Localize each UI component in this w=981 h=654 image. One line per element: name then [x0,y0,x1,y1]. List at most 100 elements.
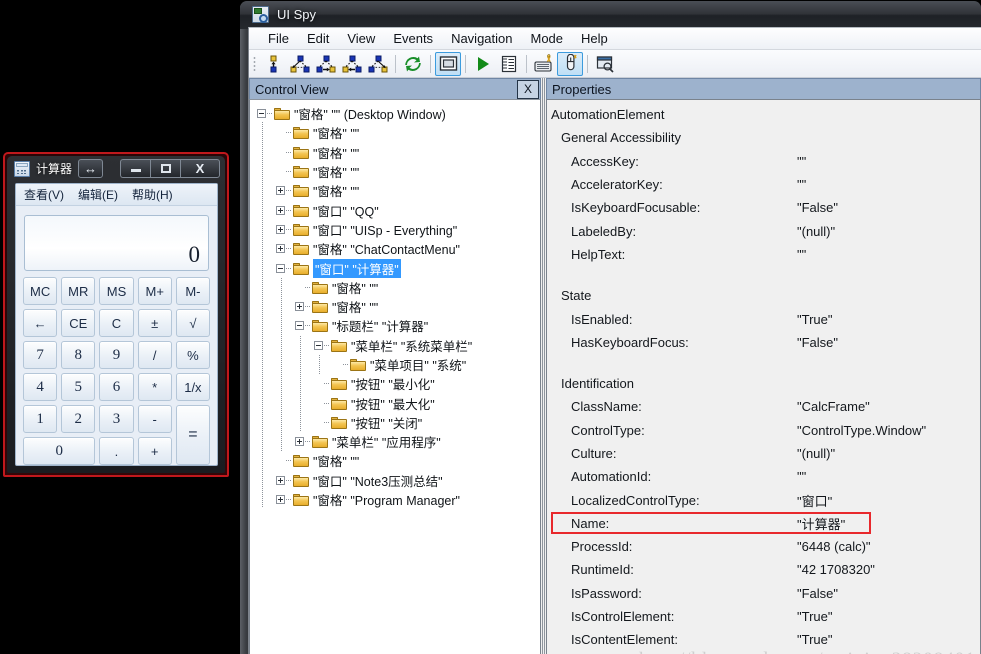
property-row[interactable]: LabeledBy: "(null)" [547,219,980,242]
expand-icon[interactable] [276,244,285,254]
tree-node[interactable]: "窗口" "Note3压测总结" [250,471,540,490]
property-row[interactable]: IsKeyboardFocusable: "False" [547,196,980,219]
properties-list-icon[interactable] [496,52,522,76]
property-row[interactable]: AcceleratorKey: "" [547,173,980,196]
expand-icon[interactable] [276,205,285,215]
calculator-key[interactable]: + [137,437,172,465]
tree-node[interactable]: "按钮" "最大化" [250,393,540,412]
property-row[interactable]: IsPassword: "False" [547,582,980,605]
calculator-key[interactable]: 4 [23,373,58,401]
calculator-key[interactable]: = [175,405,210,465]
property-row[interactable]: Culture: "(null)" [547,442,980,465]
calculator-key[interactable]: 3 [99,405,134,433]
navigate-last-child-icon[interactable] [339,52,365,76]
menu-events[interactable]: Events [384,29,442,48]
property-row[interactable]: ClassName: "CalcFrame" [547,395,980,418]
property-row[interactable]: HelpText: "" [547,243,980,266]
property-row[interactable]: LocalizedControlType: "窗口" [547,488,980,511]
menu-file[interactable]: File [259,29,298,48]
expand-icon[interactable] [295,302,304,312]
property-row[interactable]: IsControlElement: "True" [547,605,980,628]
navigate-previous-sibling-icon[interactable] [287,52,313,76]
property-row[interactable]: AccessKey: "" [547,150,980,173]
tree-node[interactable]: "按钮" "最小化" [250,374,540,393]
calculator-key[interactable]: * [137,373,172,401]
calculator-key[interactable]: . [99,437,134,465]
tree-node[interactable]: "窗格" "" [250,278,540,297]
calculator-key[interactable]: M- [175,277,210,305]
mouse-hover-tracking-icon[interactable] [557,51,583,76]
expand-icon[interactable] [295,437,304,447]
calculator-key[interactable]: MC [23,277,58,305]
properties-list[interactable]: AutomationElement General Accessibility Ac… [546,99,981,654]
calculator-key[interactable]: - [137,405,172,433]
property-row[interactable]: RuntimeId: "42 1708320" [547,558,980,581]
expand-icon[interactable] [276,186,285,196]
property-row[interactable]: AutomationElement [547,103,980,126]
calculator-menu-1[interactable]: 编辑(E) [78,186,118,203]
property-row[interactable]: AutomationId: "" [547,465,980,488]
calculator-key[interactable]: 1/x [175,373,210,401]
calculator-key[interactable]: 9 [99,341,134,369]
calculator-maximize-button[interactable] [150,159,180,178]
collapse-icon[interactable] [276,263,285,273]
refresh-icon[interactable] [400,52,426,76]
calculator-resize-button[interactable]: ↔ [78,159,104,178]
tree-node[interactable]: "标题栏" "计算器" [250,316,540,335]
calculator-key[interactable]: 1 [23,405,58,433]
uispy-titlebar[interactable]: UI Spy [240,1,981,27]
property-row[interactable]: ProcessId: "6448 (calc)" [547,535,980,558]
calculator-key[interactable]: / [137,341,172,369]
highlight-rectangle-icon[interactable] [435,51,461,76]
menu-edit[interactable]: Edit [298,29,338,48]
calculator-key[interactable]: 6 [99,373,134,401]
expand-icon[interactable] [276,495,285,505]
navigate-next-sibling-icon[interactable] [365,52,391,76]
tree-node[interactable]: "按钮" "关闭" [250,413,540,432]
show-window-icon[interactable] [592,52,618,76]
calculator-key[interactable]: √ [175,309,210,337]
calculator-key[interactable]: 2 [61,405,96,433]
calculator-window[interactable]: 计算器 ↔ X 查看(V) 编辑(E) 帮助(H) 0 MC MR MS M+ M- ← CE C… [3,152,229,477]
calculator-key[interactable]: 0 [23,437,96,465]
tree-node[interactable]: "菜单栏" "应用程序" [250,432,540,451]
toolbar-grip[interactable] [253,55,256,72]
tree-node[interactable]: "窗格" "" [250,143,540,162]
calculator-key[interactable]: ± [137,309,172,337]
property-row-highlighted[interactable]: Name: "计算器" [547,512,980,535]
control-view-tree[interactable]: "窗格" "" (Desktop Window) "窗格" "" "窗格" "" "窗… [249,99,541,654]
calculator-key[interactable]: C [99,309,134,337]
menu-view[interactable]: View [338,29,384,48]
calculator-key[interactable]: MS [99,277,134,305]
property-row[interactable]: HasKeyboardFocus: "False" [547,331,980,354]
property-row[interactable]: Identification [547,372,980,395]
menu-mode[interactable]: Mode [522,29,573,48]
calculator-key[interactable]: MR [61,277,96,305]
property-row[interactable]: State [547,284,980,307]
tree-node[interactable]: "菜单栏" "系统菜单栏" [250,336,540,355]
expand-icon[interactable] [276,475,285,485]
calculator-menu-0[interactable]: 查看(V) [24,186,64,203]
expand-icon[interactable] [276,224,285,234]
calculator-key[interactable]: 7 [23,341,58,369]
calculator-titlebar[interactable]: 计算器 ↔ X [7,156,225,181]
calculator-key[interactable]: 8 [61,341,96,369]
tree-node[interactable]: "菜单项目" "系统" [250,355,540,374]
calculator-close-button[interactable]: X [180,159,220,178]
tree-node[interactable]: "窗格" "" [250,181,540,200]
property-row[interactable]: ControlType: "ControlType.Window" [547,419,980,442]
calculator-menu-2[interactable]: 帮助(H) [132,186,173,203]
tree-node[interactable]: "窗格" "Program Manager" [250,490,540,509]
menu-help[interactable]: Help [572,29,617,48]
calculator-key[interactable]: 5 [61,373,96,401]
control-view-close-button[interactable]: X [517,79,539,99]
tree-node[interactable]: "窗格" "ChatContactMenu" [250,239,540,258]
property-row[interactable]: IsContentElement: "True" [547,628,980,651]
property-row[interactable]: IsEnabled: "True" [547,307,980,330]
calculator-key[interactable]: ← [23,309,58,337]
tree-node[interactable]: "窗格" "" [250,162,540,181]
tree-node[interactable]: "窗格" "" [250,123,540,142]
navigate-parent-icon[interactable] [261,52,287,76]
calculator-minimize-button[interactable] [120,159,150,178]
play-icon[interactable] [470,52,496,76]
